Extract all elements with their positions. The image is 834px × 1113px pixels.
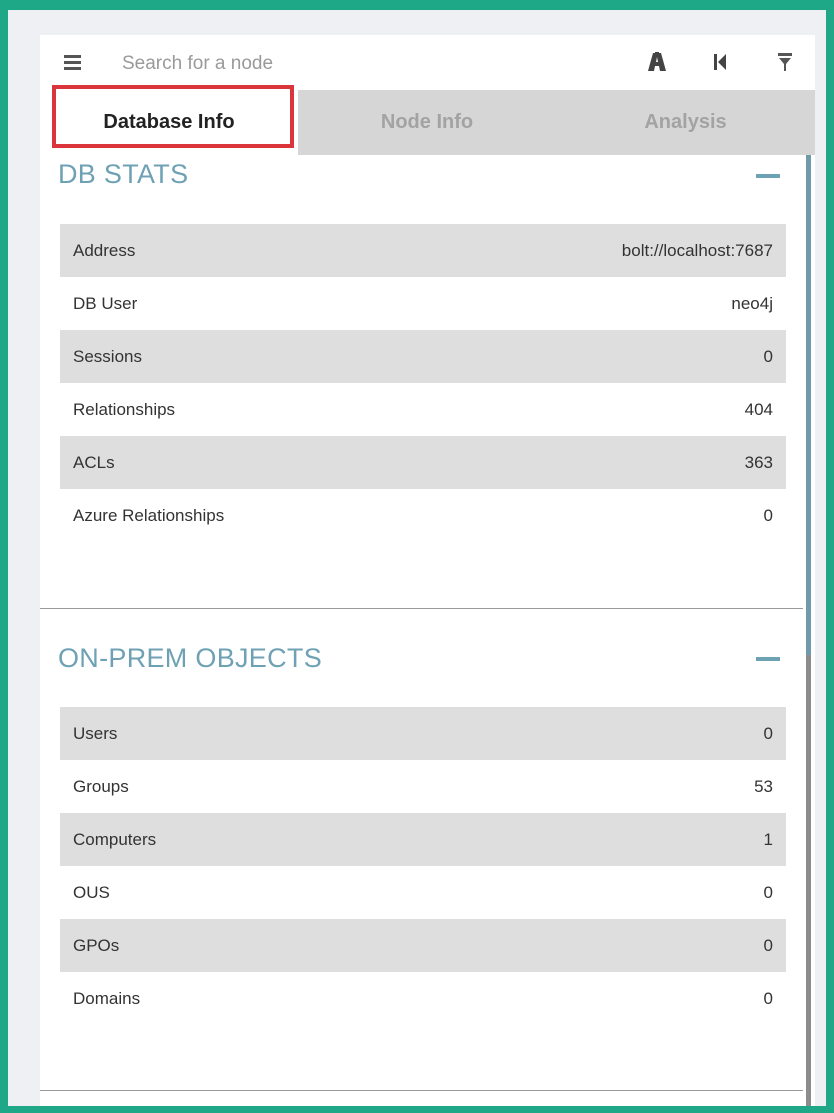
row-label: DB User (73, 293, 138, 313)
row-label: Domains (73, 988, 141, 1008)
row-value: neo4j (731, 293, 773, 313)
collapse-on-prem-button[interactable] (756, 657, 780, 661)
side-panel: Database Info Node Info Analysis DB STAT… (40, 35, 815, 1106)
menu-icon[interactable] (64, 55, 81, 70)
row-value: 0 (763, 935, 773, 955)
scrollbar[interactable] (803, 155, 815, 1106)
row-value: 0 (763, 988, 773, 1008)
row-label: Groups (73, 776, 129, 796)
row-value: 0 (763, 346, 773, 366)
table-row: OUS 0 (60, 866, 786, 919)
on-prem-table: Users 0 Groups 53 Computers 1 OUS 0 GPOs… (60, 707, 786, 1025)
row-value: bolt://localhost:7687 (621, 240, 773, 260)
search-input[interactable] (120, 49, 564, 79)
table-row: Relationships 404 (60, 383, 786, 436)
table-row: Users 0 (60, 707, 786, 760)
section-divider (40, 608, 803, 609)
row-label: OUS (73, 882, 110, 902)
row-label: ACLs (73, 452, 115, 472)
table-row: Address bolt://localhost:7687 (60, 224, 786, 277)
tab-node-info[interactable]: Node Info (298, 90, 556, 155)
row-label: Azure Relationships (73, 505, 225, 525)
pathfinding-icon[interactable] (644, 49, 670, 75)
tab-label: Analysis (644, 111, 727, 133)
filter-icon[interactable] (772, 49, 798, 75)
table-row: DB User neo4j (60, 277, 786, 330)
tab-bar: Database Info Node Info Analysis (40, 90, 815, 155)
tab-label: Database Info (103, 111, 235, 133)
row-value: 53 (754, 776, 773, 796)
section-divider (40, 1090, 803, 1091)
row-value: 404 (744, 399, 773, 419)
section-title-db-stats: DB STATS (58, 159, 189, 189)
table-row: Domains 0 (60, 972, 786, 1025)
row-label: Sessions (73, 346, 142, 366)
db-stats-table: Address bolt://localhost:7687 DB User ne… (60, 224, 786, 542)
scrollbar-thumb[interactable] (806, 155, 811, 655)
tab-analysis[interactable]: Analysis (556, 90, 815, 155)
row-label: Users (73, 723, 118, 743)
tab-label: Node Info (380, 111, 474, 133)
table-row: Groups 53 (60, 760, 786, 813)
row-value: 0 (763, 505, 773, 525)
search-bar (40, 35, 815, 90)
scrollbar-rail (806, 655, 811, 1106)
row-value: 1 (763, 829, 773, 849)
row-value: 0 (763, 723, 773, 743)
table-row: Azure Relationships 0 (60, 489, 786, 542)
row-label: Computers (73, 829, 157, 849)
section-title-on-prem-objects: ON-PREM OBJECTS (58, 643, 323, 673)
row-label: GPOs (73, 935, 120, 955)
back-icon[interactable] (707, 49, 733, 75)
panel-content: DB STATS Address bolt://localhost:7687 D… (40, 155, 803, 1106)
row-label: Address (73, 240, 136, 260)
table-row: Computers 1 (60, 813, 786, 866)
table-row: GPOs 0 (60, 919, 786, 972)
row-label: Relationships (73, 399, 176, 419)
row-value: 363 (744, 452, 773, 472)
table-row: Sessions 0 (60, 330, 786, 383)
row-value: 0 (763, 882, 773, 902)
table-row: ACLs 363 (60, 436, 786, 489)
collapse-db-stats-button[interactable] (756, 174, 780, 178)
tab-database-info[interactable]: Database Info (40, 90, 298, 155)
